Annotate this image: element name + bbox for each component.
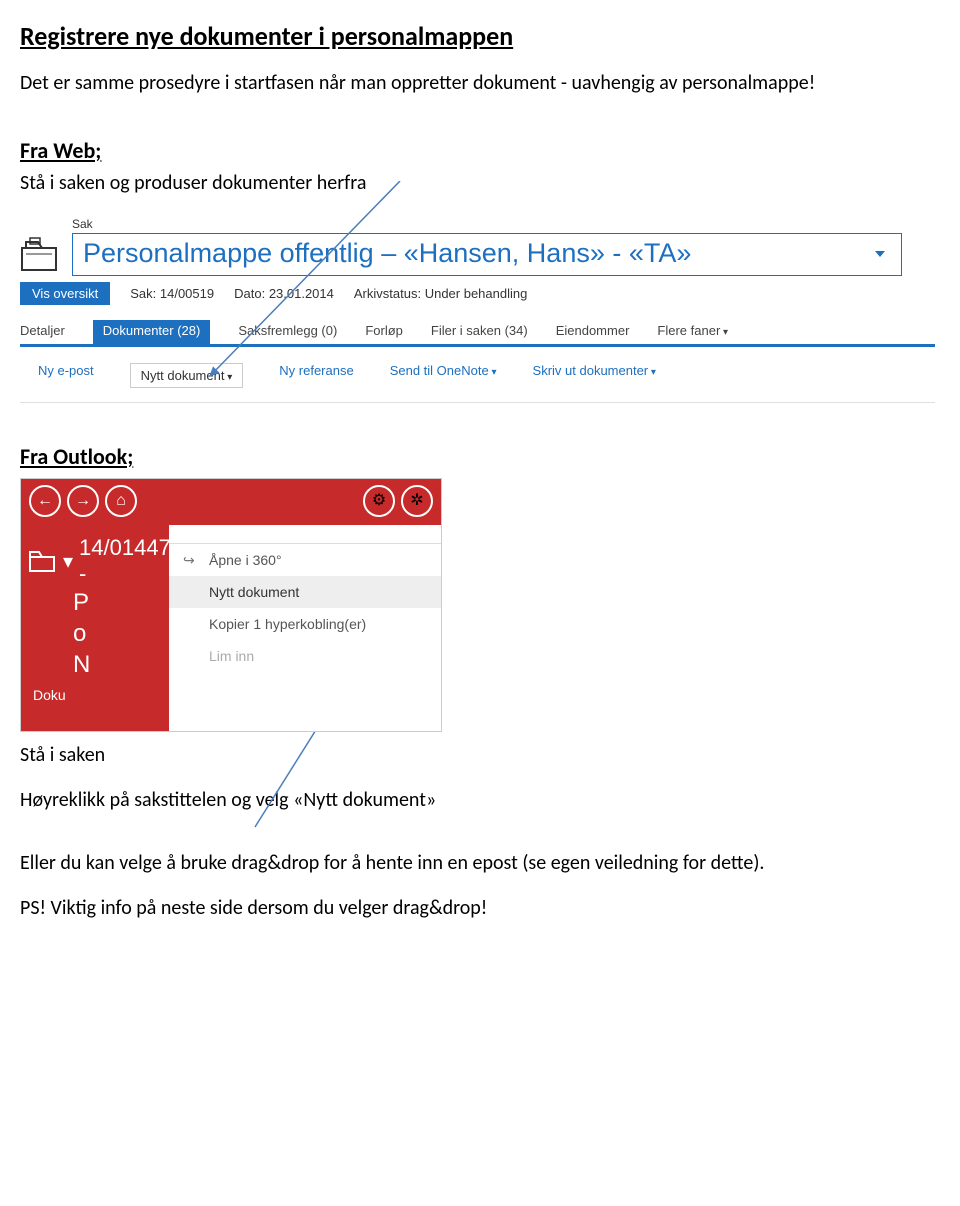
case-title-line: P <box>73 587 169 618</box>
menu-lim-inn: Lim inn <box>169 640 441 672</box>
meta-sak: Sak: 14/00519 <box>130 286 214 301</box>
web-screenshot: Sak Personalmappe offentlig – «Hansen, H… <box>20 217 935 403</box>
meta-dato: Dato: 23.01.2014 <box>234 286 334 301</box>
outlook-instruction-2: Høyreklikk på sakstittelen og velg «Nytt… <box>20 787 900 814</box>
dragdrop-instruction: Eller du kan velge å bruke drag&drop for… <box>20 850 900 877</box>
page-title: Registrere nye dokumenter i personalmapp… <box>20 20 900 52</box>
open-arrow-icon: ↪ <box>183 552 195 569</box>
tab-dokumenter[interactable]: Dokumenter (28) <box>93 320 211 344</box>
case-number[interactable]: 14/01447 - <box>79 535 171 587</box>
case-title-text: Personalmappe offentlig – «Hansen, Hans»… <box>83 238 691 269</box>
web-instruction: Stå i saken og produser dokumenter herfr… <box>20 170 900 197</box>
folder-open-icon <box>29 550 55 572</box>
chevron-down-icon <box>489 363 497 378</box>
home-icon[interactable]: ⌂ <box>105 485 137 517</box>
case-title-field[interactable]: Personalmappe offentlig – «Hansen, Hans»… <box>72 233 902 276</box>
ps-note: PS! Viktig info på neste side dersom du … <box>20 895 900 922</box>
section-fra-web: Fra Web; <box>20 137 900 164</box>
tab-filer[interactable]: Filer i saken (34) <box>431 323 528 338</box>
folder-open-icon <box>20 236 62 276</box>
outlook-instruction-1: Stå i saken <box>20 742 900 769</box>
link-icon[interactable]: ✲ <box>401 485 433 517</box>
menu-nytt-dokument[interactable]: Nytt dokument <box>169 576 441 608</box>
forward-icon[interactable]: → <box>67 485 99 517</box>
case-title-line: o <box>73 618 169 649</box>
action-nytt-dokument[interactable]: Nytt dokument <box>130 363 244 388</box>
chevron-down-icon <box>224 368 232 383</box>
doku-label: Doku <box>29 687 169 703</box>
action-send-onenote[interactable]: Send til OneNote <box>390 363 497 388</box>
context-menu: ↪ Åpne i 360° Nytt dokument Kopier 1 hyp… <box>169 543 441 672</box>
tab-forlop[interactable]: Forløp <box>365 323 403 338</box>
tab-eiendommer[interactable]: Eiendommer <box>556 323 630 338</box>
meta-arkivstatus: Arkivstatus: Under behandling <box>354 286 527 301</box>
back-icon[interactable]: ← <box>29 485 61 517</box>
tab-detaljer[interactable]: Detaljer <box>20 323 65 338</box>
tab-saksfremlegg[interactable]: Saksfremlegg (0) <box>238 323 337 338</box>
chevron-down-icon <box>720 323 728 338</box>
menu-kopier-hyperkobling[interactable]: Kopier 1 hyperkobling(er) <box>169 608 441 640</box>
case-title-line: N <box>73 649 169 680</box>
intro-paragraph: Det er samme prosedyre i startfasen når … <box>20 70 900 97</box>
action-ny-referanse[interactable]: Ny referanse <box>279 363 353 388</box>
action-skriv-ut[interactable]: Skriv ut dokumenter <box>533 363 656 388</box>
tab-flere-faner[interactable]: Flere faner <box>657 323 728 338</box>
action-ny-epost[interactable]: Ny e-post <box>38 363 94 388</box>
chevron-down-icon[interactable] <box>875 251 885 257</box>
outlook-screenshot: ← → ⌂ ▾ 14/01447 - P o N Doku <box>20 478 442 732</box>
chevron-down-icon <box>648 363 656 378</box>
sak-label: Sak <box>72 217 935 231</box>
section-fra-outlook: Fra Outlook; <box>20 443 900 470</box>
vis-oversikt-button[interactable]: Vis oversikt <box>20 282 110 305</box>
menu-open-360[interactable]: ↪ Åpne i 360° <box>169 544 441 576</box>
gear-icon[interactable]: ⚙ <box>363 485 395 517</box>
